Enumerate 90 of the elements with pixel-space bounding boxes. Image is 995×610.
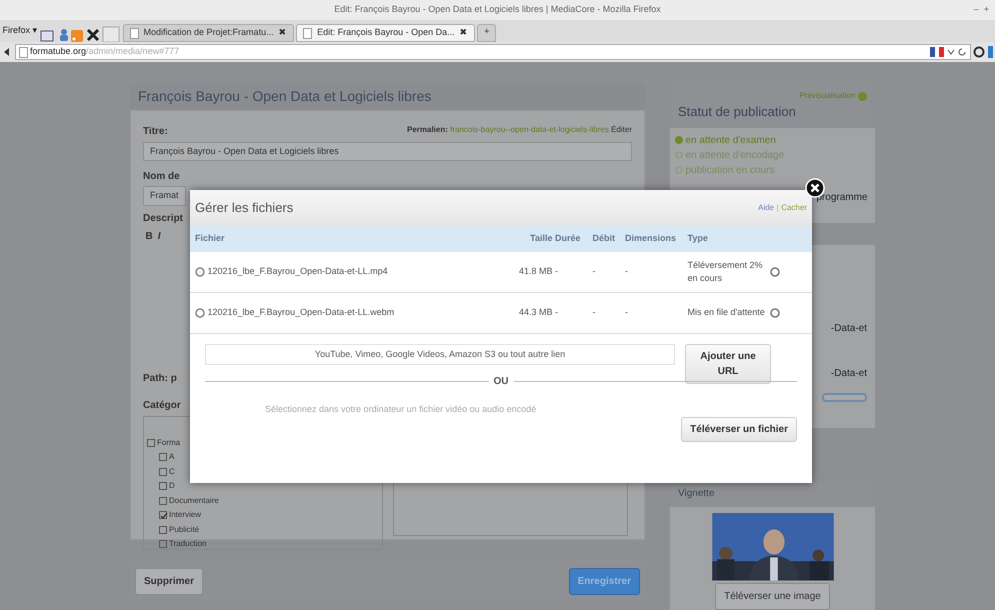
remove-icon[interactable] [770,267,780,277]
tab-label: Edit: François Bayrou - Open Da... [317,26,455,40]
title-field[interactable]: François Bayrou - Open Data et Logiciels libres [143,142,632,161]
add-url-button[interactable]: Ajouter une URL [685,344,771,384]
field-label: Titre: [143,125,168,139]
checkbox[interactable] [158,482,166,490]
table-cell-text: - [555,265,558,278]
category-label: Forma [157,436,180,448]
window-control[interactable]: + [984,3,989,17]
table-cell-text: - [555,306,558,320]
dropdown-icon[interactable] [946,48,954,56]
category-label: D [169,480,175,492]
field-label: Catégor [143,399,181,413]
delete-button[interactable]: Supprimer [135,568,204,594]
name-field[interactable]: Framat [143,186,186,206]
category-label: C [169,466,175,478]
feed-icon[interactable] [71,30,84,42]
format-button[interactable]: I [158,228,161,244]
checkbox[interactable] [158,468,166,476]
url-text: formatube.org/admin/media/new#777 [30,45,180,58]
home-icon[interactable] [973,46,985,58]
checkbox[interactable] [158,453,166,461]
table-cell-text: - [592,306,596,320]
status-title: Statut de publication [678,103,797,121]
field-label: Nom de [143,170,181,184]
window-control[interactable]: – [974,3,979,17]
help-link[interactable]: Aide [758,202,774,214]
window-title: Edit: François Bayrou - Open Data et Logiciels libres | MediaCore - Mozilla Firefox [334,3,661,16]
person-icon[interactable] [58,28,69,42]
upload-file-button[interactable]: Téléverser un fichier [681,416,797,442]
page-icon [130,28,139,38]
table-cell-text: 120216_lbe_F.Bayrou_Open-Data-et-LL.mp4 [208,265,388,278]
checkbox[interactable] [158,526,166,534]
modal-title: Gérer les fichiers [195,199,294,218]
column-header: Type [688,232,709,246]
url-field[interactable]: formatube.org/admin/media/new#777 [15,44,970,60]
link-separator: | [776,202,779,214]
browser-tab[interactable]: Modification de Projet:Framatu... ✖ [122,24,294,42]
circle-icon [195,267,205,277]
status-dot-icon [675,136,683,144]
tab-label: Modification de Projet:Framatu... [144,26,274,40]
browser-tab[interactable]: Edit: François Bayrou - Open Da... ✖ [296,24,475,42]
table-cell-text: Mis en file d'attente [688,306,765,320]
table-cell-text: - [592,265,596,278]
page-icon [303,28,312,38]
status-dot-icon [675,166,683,174]
field-label: Descript [143,212,184,226]
table-cell-text: - [625,265,628,278]
checkbox[interactable] [158,511,166,519]
firefox-menu-button[interactable]: Firefox ▾ [2,24,38,38]
file-name: -Data-et [830,322,867,336]
column-header: Débit [592,232,616,246]
circle-icon [195,308,205,318]
checkbox[interactable] [158,540,166,548]
tab-close-button[interactable]: ✖ [278,26,287,40]
file-name: -Data-et [830,366,867,380]
tab-groups-icon[interactable] [40,30,56,42]
page-icon [18,46,28,58]
remove-icon[interactable] [770,308,780,318]
progress-track [822,392,867,402]
new-tab-button[interactable]: + [477,24,496,42]
flag-icon [930,47,944,57]
upload-hint: Sélectionnez dans votre ordinateur un fichier vidéo ou audio encodé [265,403,538,416]
reload-icon[interactable] [957,47,967,57]
category-label: Documentaire [169,494,219,506]
category-label: Interview [169,509,202,521]
checkbox[interactable] [146,438,154,446]
or-label: OU [494,375,508,389]
table-cell-text: 41.8 MB [518,265,552,278]
table-cell-text: - [625,306,628,320]
table-cell-text: 120216_lbe_F.Bayrou_Open-Data-et-LL.webm [208,306,394,320]
thumbnail-header: Vignette [670,480,875,507]
category-label: A [169,451,174,463]
table-cell-text: Téléversement 2% en cours [688,258,764,285]
status-dot-icon [675,151,683,159]
column-header: Fichier [195,232,226,246]
tab-close-button[interactable]: ✖ [460,26,468,40]
column-header: Taille [529,232,552,246]
status-note: programme [816,190,868,204]
format-button[interactable]: B [146,228,153,244]
category-label: Publicité [169,524,200,536]
permalink-text: Permalien: francois-bayrou--open-data-et-logiciels-libres Éditer [406,124,632,136]
upload-image-button[interactable]: Téléverser une image [715,583,830,610]
checkbox[interactable] [158,496,166,504]
table-cell-text: 44.3 MB [518,306,552,320]
column-header: Dimensions [625,232,678,246]
path-label: Path: p [143,372,177,386]
column-header: Durée [555,232,582,246]
url-field[interactable]: YouTube, Vimeo, Google Videos, Amazon S3 ou tout autre lien [205,344,675,364]
category-label: Traduction [169,538,206,548]
